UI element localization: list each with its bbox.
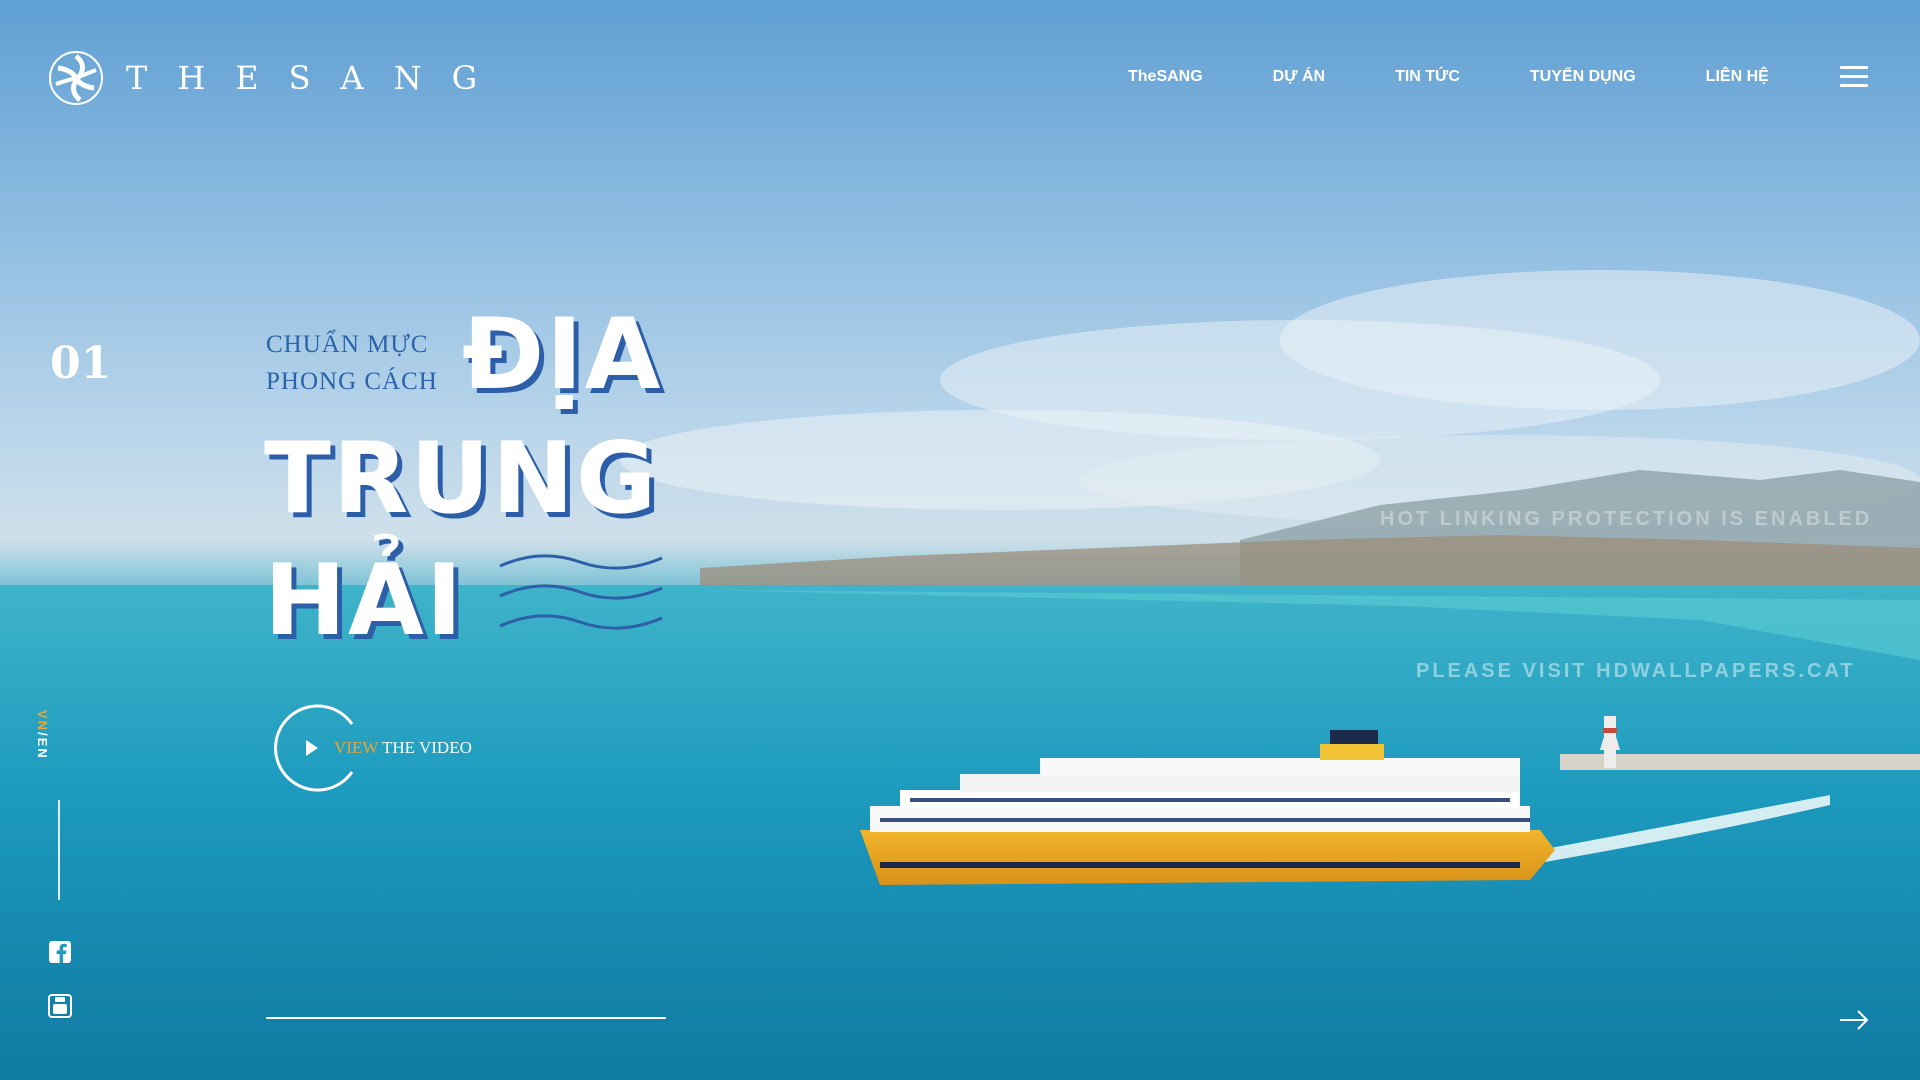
language-switch[interactable]: VN/EN bbox=[35, 710, 50, 760]
brand-name: THESANG bbox=[126, 59, 508, 97]
view-video-label: VIEW THE VIDEO bbox=[334, 738, 472, 758]
swirl-logo-icon bbox=[49, 51, 103, 105]
view-video-rest: THE VIDEO bbox=[378, 738, 472, 757]
youtube-icon[interactable] bbox=[48, 994, 72, 1018]
site-logo[interactable]: THESANG bbox=[48, 50, 507, 106]
view-video-accent: VIEW bbox=[334, 738, 379, 757]
headline-word-1: ĐỊA bbox=[462, 298, 663, 412]
slide-subheading: CHUẨN MỰC PHONG CÁCH bbox=[266, 326, 438, 400]
subheading-line-1: CHUẨN MỰC bbox=[266, 331, 429, 358]
nav-item-tin-tuc[interactable]: TIN TỨC bbox=[1395, 68, 1460, 86]
facebook-icon[interactable] bbox=[48, 940, 72, 964]
hero-section: HOT LINKING PROTECTION IS ENABLED PLEASE… bbox=[0, 0, 1920, 1080]
slide-number: 01 bbox=[50, 338, 112, 389]
view-video-button[interactable]: VIEW THE VIDEO bbox=[266, 702, 472, 794]
nav-item-tuyen-dung[interactable]: TUYỂN DỤNG bbox=[1530, 68, 1636, 86]
arrow-right-icon[interactable] bbox=[1838, 1008, 1870, 1032]
hamburger-menu-icon[interactable] bbox=[1840, 66, 1868, 88]
watermark-line-2: PLEASE VISIT HDWALLPAPERS.CAT bbox=[1416, 660, 1856, 682]
slide-progress-bar bbox=[266, 1017, 666, 1019]
main-nav: TheSANG DỰ ÁN TIN TỨC TUYỂN DỤNG LIÊN HỆ bbox=[1128, 68, 1839, 86]
play-icon bbox=[306, 740, 318, 756]
headline-word-3: HẢI bbox=[264, 544, 465, 658]
nav-item-lien-he[interactable]: LIÊN HỆ bbox=[1706, 68, 1769, 86]
subheading-line-2: PHONG CÁCH bbox=[266, 368, 438, 395]
lang-en[interactable]: EN bbox=[35, 738, 50, 760]
lang-vn[interactable]: VN bbox=[35, 710, 50, 732]
nav-item-du-an[interactable]: DỰ ÁN bbox=[1273, 68, 1325, 86]
rail-divider bbox=[58, 800, 60, 900]
waves-decoration-icon bbox=[499, 554, 663, 630]
nav-item-thesang[interactable]: TheSANG bbox=[1128, 68, 1203, 86]
hero-background-image bbox=[0, 270, 1920, 1080]
watermark-line-1: HOT LINKING PROTECTION IS ENABLED bbox=[1380, 508, 1873, 530]
headline-word-2: TRUNG bbox=[264, 422, 659, 536]
slide-progress-fill bbox=[266, 1017, 666, 1019]
